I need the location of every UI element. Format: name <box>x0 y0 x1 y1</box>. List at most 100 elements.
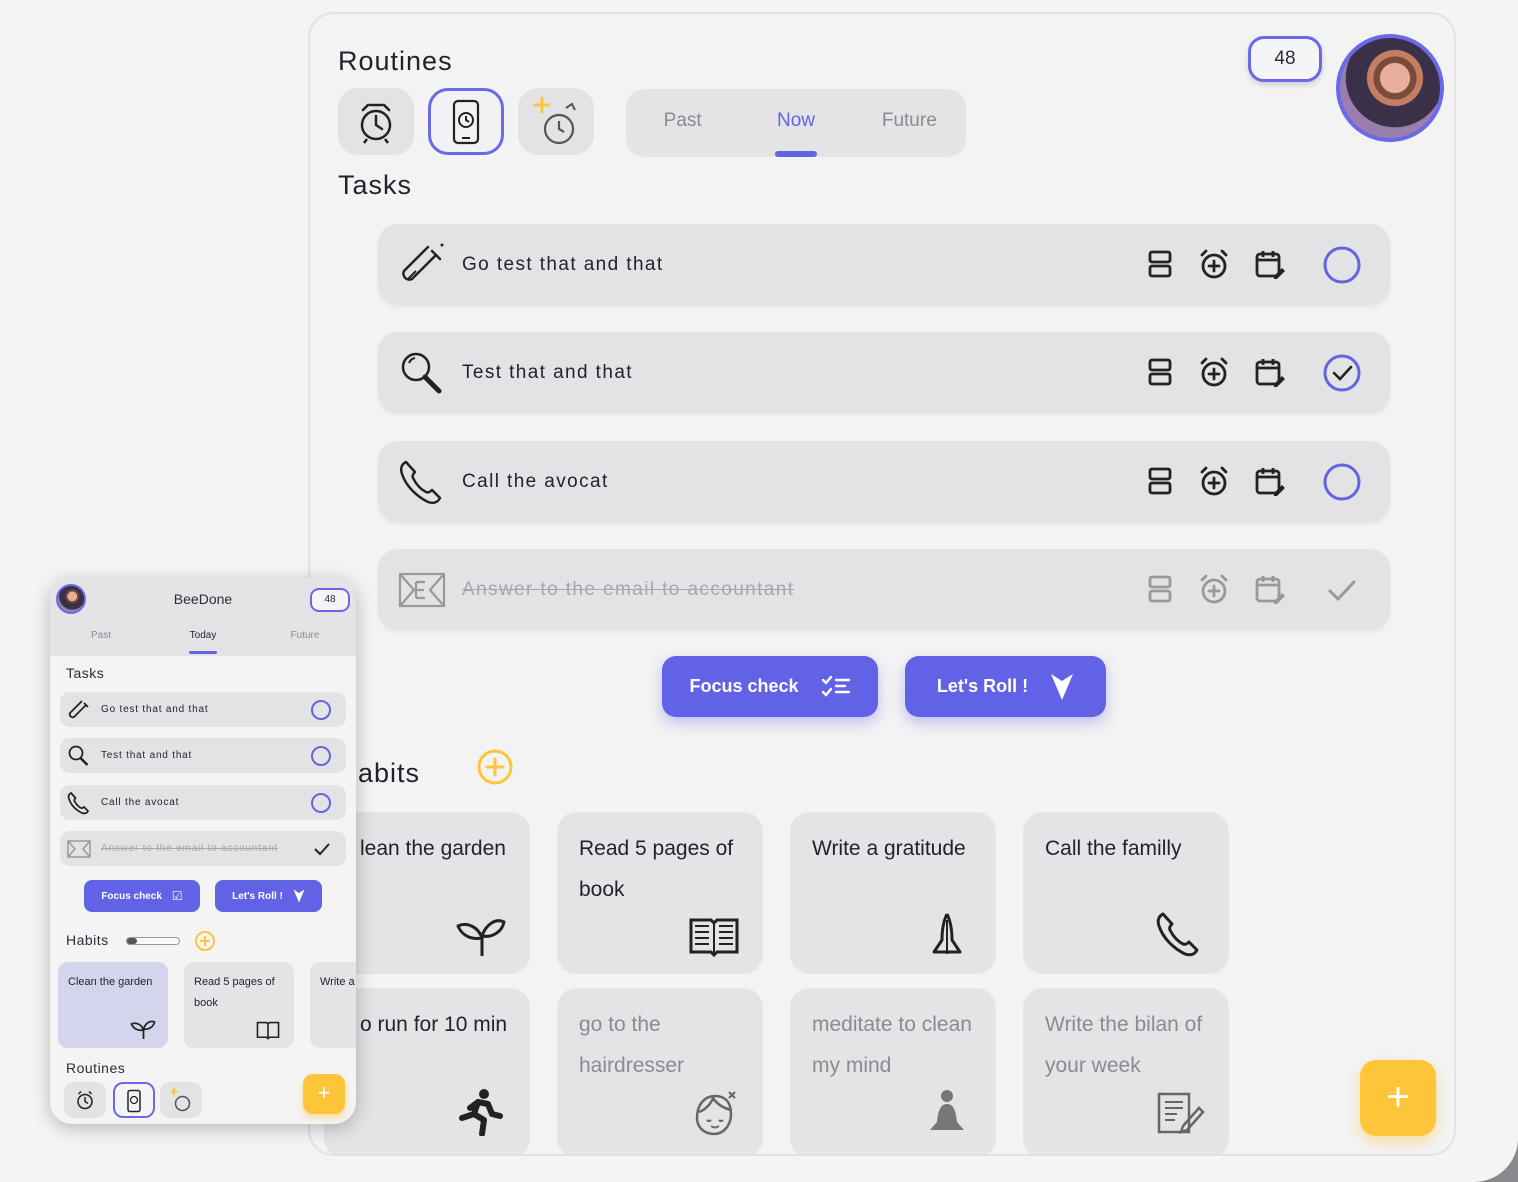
habit-card[interactable]: Write the bilan of your week <box>1023 988 1229 1154</box>
mini-tab-today[interactable]: Today <box>152 630 254 654</box>
mini-routine-phone-button[interactable] <box>113 1082 155 1118</box>
tab-past[interactable]: Past <box>626 89 739 157</box>
habit-label: go to the hairdresser <box>579 1013 685 1077</box>
habit-label: meditate to clean my mind <box>812 1013 972 1077</box>
calendar-edit-icon[interactable] <box>1254 573 1286 605</box>
calendar-edit-icon[interactable] <box>1254 465 1286 497</box>
task-done-check-icon[interactable] <box>312 840 332 858</box>
mini-task-row[interactable]: Answer to the email to accountant <box>60 831 346 866</box>
praying-hands-icon <box>932 913 962 954</box>
add-alarm-icon[interactable] <box>1198 465 1230 497</box>
phone-icon <box>399 460 442 505</box>
points-badge[interactable]: 48 <box>1248 36 1322 82</box>
habit-label: Read 5 pages of book <box>579 837 734 901</box>
task-check-icon[interactable] <box>1322 245 1362 285</box>
task-checked-icon[interactable] <box>1322 353 1362 393</box>
phone-clock-icon <box>452 99 480 144</box>
mobile-preview: BeeDone 48 Past Today Future Tasks Go te… <box>50 578 356 1124</box>
task-check-icon[interactable] <box>310 792 332 814</box>
avatar[interactable] <box>1336 34 1444 142</box>
split-icon[interactable] <box>1144 248 1176 280</box>
mini-habits-title: Habits <box>66 932 109 948</box>
task-label: Go test that and that <box>462 254 664 275</box>
task-done-check-icon[interactable] <box>1322 570 1362 610</box>
routine-phone-button[interactable] <box>428 88 504 155</box>
mini-habit-label: Clean the garden <box>68 976 153 988</box>
add-fab-button[interactable]: + <box>1360 1060 1436 1136</box>
calendar-edit-icon[interactable] <box>1254 248 1286 280</box>
mini-add-fab-button[interactable]: + <box>303 1074 345 1114</box>
mini-habit-label: Read 5 pages of book <box>194 976 275 1009</box>
mini-focus-check-button[interactable]: Focus check ☑ <box>84 880 200 912</box>
split-icon[interactable] <box>1144 356 1176 388</box>
tab-future[interactable]: Future <box>853 89 966 157</box>
task-check-icon[interactable] <box>310 745 332 767</box>
task-row[interactable]: Answer to the email to accountant <box>378 549 1390 630</box>
mini-task-row[interactable]: Call the avocat <box>60 785 346 820</box>
focus-check-button[interactable]: Focus check <box>662 656 878 717</box>
focus-check-label: Focus check <box>689 676 799 696</box>
mini-habit-card[interactable]: Read 5 pages of book <box>184 962 294 1048</box>
mini-badge[interactable]: 48 <box>310 588 350 612</box>
checklist-icon <box>821 675 850 697</box>
add-alarm-icon[interactable] <box>1198 248 1230 280</box>
haircut-icon <box>695 1091 736 1136</box>
split-icon[interactable] <box>1144 465 1176 497</box>
mini-task-label: Test that and that <box>101 750 193 761</box>
task-row[interactable]: Test that and that <box>378 332 1390 413</box>
split-icon[interactable] <box>1144 573 1176 605</box>
mini-task-row[interactable]: Test that and that <box>60 738 346 773</box>
habit-card[interactable]: Read 5 pages of book <box>557 812 763 974</box>
task-row[interactable]: Go test that and that <box>378 224 1390 305</box>
add-alarm-icon[interactable] <box>1198 573 1230 605</box>
habit-label: o run for 10 min <box>360 1013 508 1036</box>
meditation-icon <box>930 1090 964 1130</box>
task-check-icon[interactable] <box>1322 462 1362 502</box>
habit-card[interactable]: Write a gratitude <box>790 812 996 974</box>
habit-card[interactable]: Call the familly <box>1023 812 1229 974</box>
sprout-icon <box>130 1020 156 1039</box>
routine-alarm-button[interactable] <box>338 88 414 155</box>
habit-card[interactable]: meditate to clean my mind <box>790 988 996 1154</box>
task-label: Test that and that <box>462 362 633 383</box>
add-habit-icon[interactable] <box>194 930 216 952</box>
email-icon <box>398 572 446 608</box>
mini-tab-past[interactable]: Past <box>50 630 152 641</box>
habit-card[interactable]: go to the hairdresser <box>557 988 763 1154</box>
mini-tabs: Past Today Future <box>50 630 356 654</box>
tasks-title: Tasks <box>338 170 413 200</box>
mini-habit-card[interactable]: Write a <box>310 962 356 1048</box>
mini-tab-future[interactable]: Future <box>254 630 356 641</box>
email-icon <box>67 840 91 858</box>
sparkle-timer-icon <box>170 1088 191 1112</box>
alarm-clock-icon <box>360 103 392 144</box>
mini-habit-card[interactable]: Clean the garden <box>58 962 168 1048</box>
habit-label: Write the bilan of your week <box>1045 1013 1203 1077</box>
test-tube-icon <box>68 700 89 719</box>
lets-roll-button[interactable]: Let's Roll ! <box>905 656 1106 717</box>
arrow-down-icon <box>293 889 305 903</box>
checklist-icon: ☑ <box>171 889 183 903</box>
mini-task-row[interactable]: Go test that and that <box>60 692 346 727</box>
mini-lets-roll-button[interactable]: Let's Roll ! <box>215 880 322 912</box>
add-habit-icon[interactable] <box>476 748 514 786</box>
phone-icon <box>1156 912 1199 957</box>
habits-title: abits <box>358 758 421 788</box>
add-alarm-icon[interactable] <box>1198 356 1230 388</box>
open-book-icon <box>689 918 739 958</box>
task-check-icon[interactable] <box>310 699 332 721</box>
task-row[interactable]: Call the avocat <box>378 441 1390 522</box>
phone-icon <box>67 791 90 815</box>
test-tube-icon <box>402 243 444 281</box>
habits-progress-bar <box>126 937 180 945</box>
task-label: Call the avocat <box>462 471 609 492</box>
mini-routine-sparkle-button[interactable] <box>160 1082 202 1118</box>
mini-routine-alarm-button[interactable] <box>64 1082 106 1118</box>
routine-sparkle-button[interactable] <box>518 88 594 155</box>
mini-routines-title: Routines <box>66 1060 126 1076</box>
tab-now[interactable]: Now <box>739 89 852 157</box>
main-panel: Routines Past Now Future 48 Tasks Go tes… <box>308 12 1456 1156</box>
app-screen: Routines Past Now Future 48 Tasks Go tes… <box>0 0 1518 1182</box>
calendar-edit-icon[interactable] <box>1254 356 1286 388</box>
phone-clock-icon <box>127 1089 141 1113</box>
